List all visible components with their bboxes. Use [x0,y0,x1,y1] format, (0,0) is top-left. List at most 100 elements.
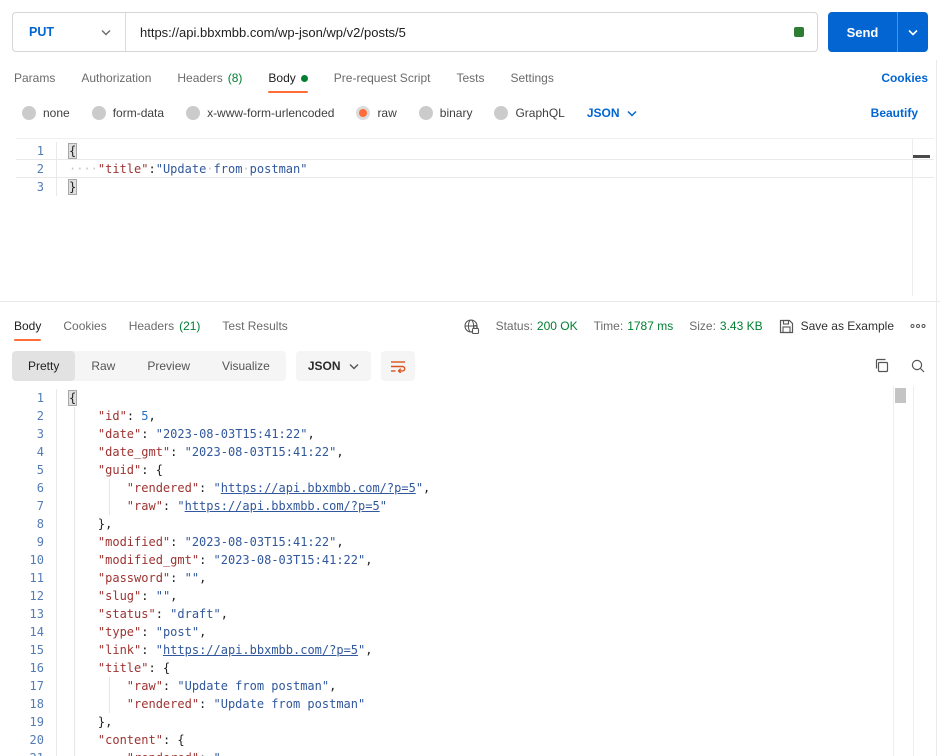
line-number: 1 [36,391,44,405]
status-badge: Status: 200 OK [496,319,578,333]
tab-params[interactable]: Params [14,62,55,94]
json-punc: : [155,607,171,621]
beautify-link[interactable]: Beautify [871,106,918,120]
method-label: PUT [29,25,54,39]
method-selector[interactable]: PUT [13,13,125,51]
body-type-label: none [43,106,70,120]
line-number: 12 [29,589,44,603]
code-line: 6 "rendered": "https://api.bbxmbb.com/?p… [16,479,934,497]
body-type-radio-form-data[interactable]: form-data [91,106,165,120]
code-line: 8 }, [16,515,934,533]
tab-pre-request-script[interactable]: Pre-request Script [334,62,431,94]
size-value: 3.43 KB [719,319,763,333]
body-type-radio-raw[interactable]: raw [356,106,397,120]
response-tab-headers[interactable]: Headers (21) [129,310,201,342]
json-key: "type" [97,625,142,639]
response-body-viewer[interactable]: 1{2 "id": 5, 3 "date": "2023-08-03T15:41:… [16,386,934,756]
json-key: "title" [97,661,149,675]
send-button[interactable]: Send [828,12,897,52]
url-input[interactable] [126,24,794,40]
tab-headers[interactable]: Headers (8) [177,62,242,94]
json-punc: , [365,553,373,567]
json-ws [69,481,127,495]
code-line: 19 }, [16,713,934,731]
response-tab-body[interactable]: Body [14,310,42,342]
json-ws [69,679,127,693]
json-ws: · [206,162,214,176]
code-content: "title": { [56,659,934,677]
line-number: 3 [36,180,44,194]
view-tab-pretty[interactable]: Pretty [12,351,76,381]
tab-body[interactable]: Body [268,62,309,94]
json-punc: : [199,481,214,495]
line-number: 3 [36,427,44,441]
tab-authorization[interactable]: Authorization [81,62,151,94]
raw-language-label: JSON [586,106,620,120]
request-body-editor[interactable]: 1{2 ····"title":"Update·from·postman" 3} [16,138,934,300]
json-str: "2023-08-03T15:41:22" [155,427,308,441]
wrap-text-button[interactable] [380,351,415,381]
line-number: 5 [36,463,44,477]
view-tab-visualize[interactable]: Visualize [206,351,286,381]
body-type-label: form-data [112,106,165,120]
response-view-switcher: Pretty Raw Preview Visualize [12,351,286,381]
indent-guide [109,677,110,713]
raw-language-select[interactable]: JSON [587,106,637,120]
response-language-select[interactable]: JSON [295,351,371,381]
body-type-radio-graphql[interactable]: GraphQL [494,106,565,120]
send-options-button[interactable] [897,12,928,52]
tab-tests[interactable]: Tests [456,62,484,94]
code-line: 10 "modified_gmt": "2023-08-03T15:41:22"… [16,551,934,569]
json-punc: , [336,535,344,549]
body-type-row: none form-data x-www-form-urlencoded raw bin… [22,100,918,126]
unsaved-changes-dot-icon [300,74,308,82]
view-tab-preview[interactable]: Preview [131,351,206,381]
json-ws [69,697,127,711]
code-content: "link": "https://api.bbxmbb.com/?p=5", [56,641,934,659]
cookies-link[interactable]: Cookies [881,71,928,85]
code-content: "type": "post", [56,623,934,641]
json-str: " [177,499,185,513]
save-as-example-button[interactable]: Save as Example [779,319,894,334]
chevron-down-icon [626,110,637,117]
line-number: 9 [36,535,44,549]
json-link[interactable]: https://api.bbxmbb.com/?p=5 [185,499,380,513]
json-link[interactable]: https://api.bbxmbb.com/?p=5 [163,643,358,657]
body-type-radio-none[interactable]: none [22,106,70,120]
response-meta: Status: 200 OK Time: 1787 ms Size: 3.43 … [463,318,926,335]
code-content: "status": "draft", [56,605,934,623]
view-tab-raw[interactable]: Raw [75,351,131,381]
json-key: "rendered" [127,751,199,756]
more-actions-icon[interactable] [910,323,926,329]
code-content: "rendered": "Update from postman" [56,695,934,713]
code-line: 1{ [16,142,934,160]
body-type-label: raw [377,106,397,120]
response-scrollbar-thumb[interactable] [895,388,906,403]
line-number: 21 [16,749,56,756]
json-key: "id" [97,409,127,423]
response-tab-test-results[interactable]: Test Results [222,310,287,342]
size-badge: Size: 3.43 KB [689,319,762,333]
json-link[interactable]: https://api.bbxmbb.com/?p=5 [221,481,416,495]
body-type-label: binary [439,106,473,120]
network-globe-lock-icon[interactable] [463,318,480,335]
line-number: 18 [29,697,44,711]
response-tab-cookies[interactable]: Cookies [63,310,106,342]
search-icon[interactable] [910,358,926,374]
line-number: 20 [29,733,44,747]
chevron-down-icon [908,29,918,36]
json-ws [69,499,127,513]
code-content: "password": "", [56,569,934,587]
code-content: "slug": "", [56,587,934,605]
json-punc: : [170,535,185,549]
copy-icon[interactable] [874,358,890,374]
body-type-radio-x-www-form-urlencoded[interactable]: x-www-form-urlencoded [186,106,334,120]
json-key: "raw" [126,679,163,693]
body-type-radio-binary[interactable]: binary [418,106,473,120]
json-punc: : [141,643,156,657]
tab-settings[interactable]: Settings [511,62,554,94]
tab-label: Pre-request Script [333,71,431,85]
json-key: "rendered" [126,697,200,711]
code-line: 1{ [16,389,934,407]
request-editor-scrollbar[interactable] [912,139,930,296]
